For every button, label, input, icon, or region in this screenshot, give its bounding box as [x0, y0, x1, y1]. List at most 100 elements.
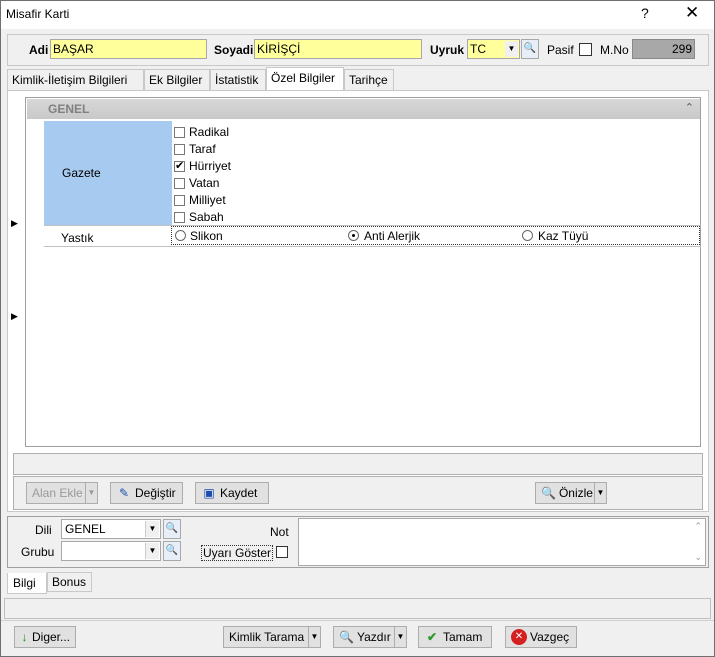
slikon-label: Slikon	[190, 229, 223, 243]
uyruk-combo[interactable]: TC ▼	[467, 39, 520, 59]
gazete-checkbox[interactable]	[174, 144, 185, 155]
window-title: Misafir Karti	[6, 7, 70, 21]
tab-bonus[interactable]: Bonus	[47, 572, 92, 592]
uyruk-label: Uyruk	[430, 43, 465, 57]
close-button[interactable]: ✕	[685, 3, 699, 23]
tab-ek-bilgiler[interactable]: Ek Bilgiler	[144, 69, 210, 90]
gazete-cell: Gazete	[44, 121, 172, 225]
scroll-up-icon[interactable]: ⌃	[694, 521, 702, 532]
radio-kaz-tuyu[interactable]	[522, 230, 533, 241]
tamam-button[interactable]: ✔ Tamam	[418, 626, 492, 648]
yastik-label: Yastık	[61, 231, 94, 245]
gazete-option-label: Taraf	[189, 142, 216, 156]
mno-label: M.No	[600, 43, 629, 57]
alan-ekle-button[interactable]: Alan Ekle	[26, 482, 86, 504]
diger-button[interactable]: ↓ Diger...	[14, 626, 76, 648]
soyadi-field[interactable]: KİRİŞÇİ	[254, 39, 422, 59]
gazete-checkbox[interactable]	[174, 212, 185, 223]
onizle-button[interactable]: 🔍 Önizle	[535, 482, 595, 504]
yazdir-button[interactable]: 🔍 Yazdır	[333, 626, 395, 648]
scroll-down-icon[interactable]: ⌄	[694, 552, 702, 563]
grid-status-bar	[13, 453, 703, 475]
degistir-label: Değiştir	[135, 486, 176, 500]
uyari-goster-checkbox[interactable]	[276, 546, 288, 558]
guest-card-window: Misafir Karti ? ✕ Adi BAŞAR Soyadi KİRİŞ…	[0, 0, 715, 657]
adi-label: Adi	[29, 43, 49, 57]
grid-toolbar: Alan Ekle ▼ ✎ Değiştir ▣ Kaydet 🔍 Önizle ▼	[13, 476, 703, 510]
status-bar	[4, 598, 711, 619]
gazete-checkbox[interactable]	[174, 195, 185, 206]
dili-lookup-icon[interactable]: 🔍	[163, 519, 181, 539]
tab-istatistik[interactable]: İstatistik	[210, 69, 266, 90]
anti-alerjik-label: Anti Alerjik	[364, 229, 421, 243]
gazete-option-label: Radikal	[189, 125, 230, 139]
check-icon: ✔	[426, 630, 438, 644]
preview-icon: 🔍	[541, 486, 556, 500]
guest-header-panel: Adi BAŞAR Soyadi KİRİŞÇİ Uyruk TC ▼ 🔍 Pa…	[7, 34, 709, 66]
group-header[interactable]: GENEL ⌃	[27, 99, 700, 119]
kaydet-button[interactable]: ▣ Kaydet	[195, 482, 269, 504]
dili-label: Dili	[35, 523, 52, 537]
diger-label: Diger...	[31, 630, 70, 644]
gazete-option-label: Sabah	[189, 210, 224, 224]
ozel-bilgiler-panel: ▶ ▶ GENEL ⌃ Gazete Radikal Taraf Hürriyet V…	[7, 90, 709, 512]
chevron-down-icon[interactable]: ▼	[145, 543, 159, 559]
alan-ekle-dropdown[interactable]: ▼	[85, 482, 98, 504]
gazete-checkbox[interactable]	[174, 159, 185, 172]
gazete-checkbox[interactable]	[174, 127, 185, 138]
radio-slikon[interactable]	[175, 230, 186, 241]
adi-field[interactable]: BAŞAR	[50, 39, 207, 59]
cancel-icon: ✕	[511, 629, 527, 645]
bottom-panel: Dili GENEL ▼ 🔍 Grubu ▼ 🔍 Not Uyarı Göste…	[7, 516, 709, 568]
pasif-checkbox[interactable]	[579, 43, 592, 56]
group-title: GENEL	[48, 102, 90, 116]
save-icon: ▣	[203, 486, 215, 500]
edit-icon: ✎	[118, 486, 130, 500]
footer-bar: ↓ Diger... Kimlik Tarama ▼ 🔍 Yazdır ▼ ✔ Tam…	[1, 620, 714, 656]
dili-combo[interactable]: GENEL ▼	[61, 519, 161, 539]
yazdir-dropdown[interactable]: ▼	[394, 626, 407, 648]
help-button[interactable]: ?	[641, 5, 649, 21]
not-textarea[interactable]: ⌃ ⌄	[298, 518, 706, 566]
grubu-combo[interactable]: ▼	[61, 541, 161, 561]
kimlik-tarama-button[interactable]: Kimlik Tarama	[223, 626, 309, 648]
gazete-option-label: Hürriyet	[189, 159, 232, 173]
tab-kimlik[interactable]: Kimlik-İletişim Bilgileri	[7, 69, 144, 90]
tab-ozel-bilgiler[interactable]: Özel Bilgiler	[266, 67, 344, 91]
yastik-radio-group: Slikon Anti Alerjik Kaz Tüyü	[171, 226, 700, 245]
grubu-lookup-icon[interactable]: 🔍	[163, 541, 181, 561]
onizle-label: Önizle	[558, 486, 593, 500]
expand-arrow-icon[interactable]: ▶	[11, 311, 20, 326]
kimlik-tarama-dropdown[interactable]: ▼	[308, 626, 321, 648]
print-preview-icon: 🔍	[339, 630, 354, 644]
dili-value: GENEL	[65, 522, 106, 536]
tab-bilgi[interactable]: Bilgi	[7, 573, 47, 594]
onizle-dropdown[interactable]: ▼	[594, 482, 607, 504]
tab-tarihce[interactable]: Tarihçe	[344, 69, 394, 90]
soyadi-label: Soyadi	[214, 43, 254, 57]
uyruk-value: TC	[470, 42, 486, 56]
title-bar: Misafir Karti ? ✕	[1, 1, 714, 29]
vazgec-label: Vazgeç	[530, 630, 570, 644]
gazete-label: Gazete	[62, 166, 101, 180]
mno-field: 299	[632, 39, 695, 59]
not-label: Not	[270, 525, 289, 539]
chevron-down-icon[interactable]: ▼	[145, 521, 159, 537]
arrow-down-icon: ↓	[21, 630, 28, 644]
kaz-tuyu-label: Kaz Tüyü	[538, 229, 589, 243]
pasif-label: Pasif	[547, 43, 574, 57]
collapse-icon[interactable]: ⌃	[685, 101, 694, 114]
grubu-label: Grubu	[21, 545, 55, 559]
radio-anti-alerjik[interactable]	[348, 230, 359, 241]
kaydet-label: Kaydet	[220, 486, 258, 500]
chevron-down-icon[interactable]: ▼	[505, 41, 518, 57]
gazete-checkbox[interactable]	[174, 178, 185, 189]
vazgec-button[interactable]: ✕ Vazgeç	[505, 626, 577, 648]
gazete-option-label: Vatan	[189, 176, 220, 190]
tamam-label: Tamam	[443, 630, 483, 644]
degistir-button[interactable]: ✎ Değiştir	[110, 482, 183, 504]
uyruk-lookup-icon[interactable]: 🔍	[521, 39, 539, 59]
uyari-goster-label: Uyarı Göster	[201, 545, 274, 561]
expand-arrow-icon[interactable]: ▶	[11, 218, 20, 233]
yazdir-label: Yazdır	[356, 630, 391, 644]
